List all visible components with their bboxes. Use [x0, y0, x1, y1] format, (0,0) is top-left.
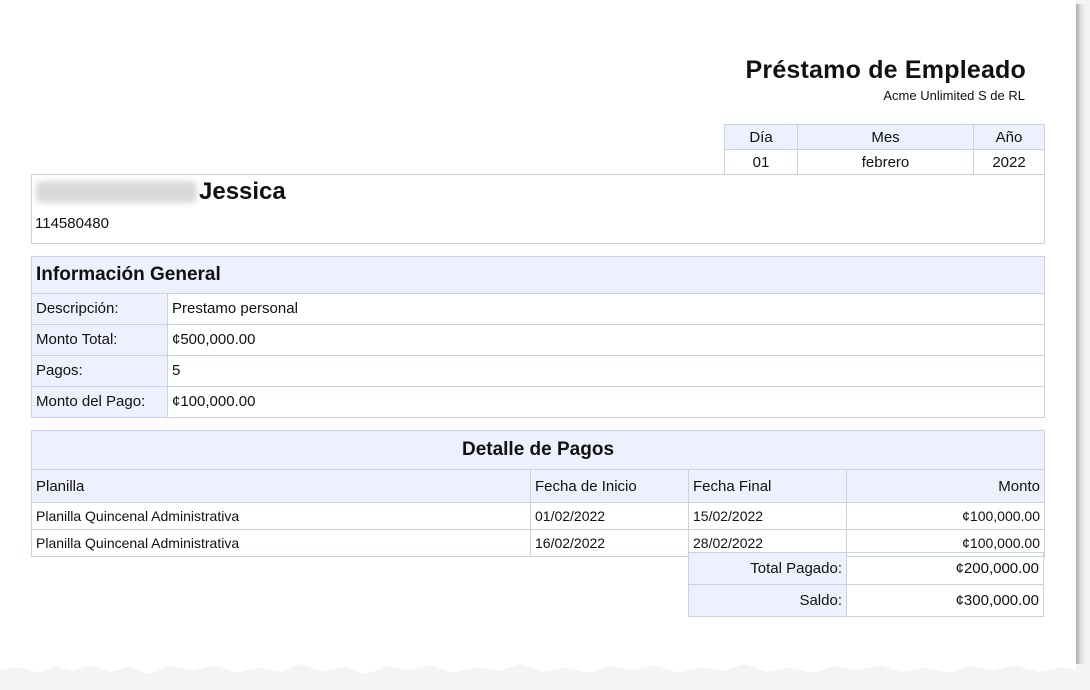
info-label-description: Descripción:: [31, 293, 168, 325]
info-value-total: ¢500,000.00: [167, 324, 1045, 356]
cell-end-date: 15/02/2022: [688, 502, 847, 530]
info-value-description: Prestamo personal: [167, 293, 1045, 325]
general-info-heading: Información General: [31, 256, 1045, 294]
info-label-payments: Pagos:: [31, 355, 168, 387]
general-info-table: Información General Descripción: Prestam…: [31, 256, 1045, 418]
column-header-end-date: Fecha Final: [688, 469, 847, 503]
info-row: Monto Total: ¢500,000.00: [31, 324, 1045, 356]
employee-id-number: 114580480: [35, 215, 109, 232]
info-row: Monto del Pago: ¢100,000.00: [31, 386, 1045, 418]
payments-table: Detalle de Pagos Planilla Fecha de Inici…: [31, 430, 1045, 557]
cell-start-date: 01/02/2022: [530, 502, 689, 530]
date-table: Día Mes Año 01 febrero 2022: [724, 124, 1045, 175]
cell-planilla: Planilla Quincenal Administrativa: [31, 502, 531, 530]
document-title: Préstamo de Empleado: [745, 56, 1026, 84]
year-value: 2022: [973, 149, 1045, 175]
payments-column-header-row: Planilla Fecha de Inicio Fecha Final Mon…: [31, 469, 1045, 503]
date-header-row: Día Mes Año: [724, 124, 1045, 150]
balance-row: Saldo: ¢300,000.00: [688, 584, 1044, 617]
month-value: febrero: [797, 149, 974, 175]
day-header: Día: [724, 124, 798, 150]
cell-start-date: 16/02/2022: [530, 529, 689, 557]
total-paid-label: Total Pagado:: [688, 552, 847, 585]
totals-table: Total Pagado: ¢200,000.00 Saldo: ¢300,00…: [688, 552, 1044, 617]
info-row: Descripción: Prestamo personal: [31, 293, 1045, 325]
employee-box: Jessica 114580480: [31, 174, 1045, 244]
document-page: Préstamo de Empleado Acme Unlimited S de…: [0, 0, 1076, 690]
employee-first-name: Jessica: [199, 178, 286, 205]
balance-value: ¢300,000.00: [846, 584, 1044, 617]
info-value-payments: 5: [167, 355, 1045, 387]
cell-planilla: Planilla Quincenal Administrativa: [31, 529, 531, 557]
month-header: Mes: [797, 124, 974, 150]
payments-heading: Detalle de Pagos: [31, 430, 1045, 470]
info-label-total: Monto Total:: [31, 324, 168, 356]
company-name: Acme Unlimited S de RL: [883, 88, 1025, 103]
total-paid-row: Total Pagado: ¢200,000.00: [688, 552, 1044, 585]
info-row: Pagos: 5: [31, 355, 1045, 387]
info-label-payment-amount: Monto del Pago:: [31, 386, 168, 418]
date-value-row: 01 febrero 2022: [724, 149, 1045, 175]
day-value: 01: [724, 149, 798, 175]
info-value-payment-amount: ¢100,000.00: [167, 386, 1045, 418]
redacted-surname: [36, 181, 197, 203]
column-header-start-date: Fecha de Inicio: [530, 469, 689, 503]
year-header: Año: [973, 124, 1045, 150]
column-header-amount: Monto: [846, 469, 1045, 503]
column-header-planilla: Planilla: [31, 469, 531, 503]
total-paid-value: ¢200,000.00: [846, 552, 1044, 585]
balance-label: Saldo:: [688, 584, 847, 617]
table-row: Planilla Quincenal Administrativa 01/02/…: [31, 502, 1045, 530]
torn-paper-edge: [0, 664, 1090, 690]
page-shadow: [1076, 4, 1086, 664]
cell-amount: ¢100,000.00: [846, 502, 1045, 530]
